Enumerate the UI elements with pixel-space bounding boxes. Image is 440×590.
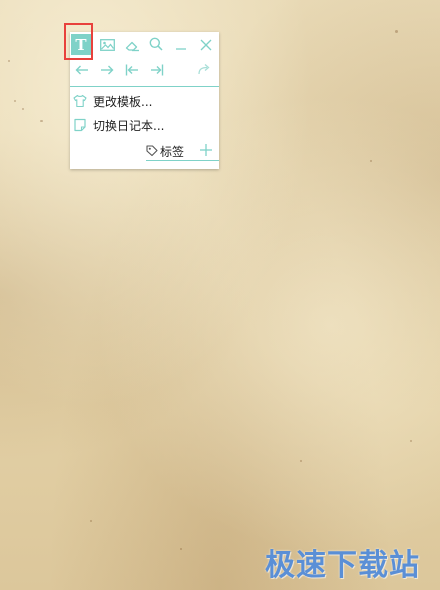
toolbar-divider <box>70 86 219 87</box>
share-button[interactable] <box>194 58 216 80</box>
shirt-icon <box>73 94 87 108</box>
paper-speck <box>90 520 92 522</box>
paper-speck <box>180 548 182 550</box>
diary-tool-panel: T 更改模板... 切换日记本... 标签 <box>70 32 219 169</box>
toolbar-nav-row <box>70 58 219 82</box>
add-tag-button[interactable] <box>198 142 214 158</box>
paper-speck <box>8 60 10 62</box>
share-icon <box>198 64 210 75</box>
close-button[interactable] <box>195 34 217 56</box>
toolbar-top-row: T <box>70 32 219 58</box>
search-icon <box>149 37 163 51</box>
jump-to-end-icon <box>151 64 164 76</box>
text-format-button[interactable]: T <box>71 34 91 55</box>
tag-icon <box>146 145 158 157</box>
search-button[interactable] <box>145 33 167 55</box>
tag-label: 标签 <box>160 145 185 159</box>
minimize-button[interactable] <box>170 34 192 56</box>
eraser-button[interactable] <box>121 34 143 56</box>
jump-to-start-button[interactable] <box>121 59 143 81</box>
arrow-left-icon <box>75 65 88 75</box>
eraser-icon <box>125 41 139 51</box>
redo-button[interactable] <box>96 59 118 81</box>
insert-image-button[interactable] <box>96 34 118 56</box>
paper-speck <box>14 100 16 102</box>
switch-notebook-menu-item[interactable]: 切换日记本... <box>70 114 219 136</box>
paper-speck <box>410 440 412 442</box>
paper-speck <box>370 160 372 162</box>
paper-speck <box>395 30 398 33</box>
jump-to-end-button[interactable] <box>146 59 168 81</box>
close-icon <box>200 39 212 51</box>
paper-speck <box>40 120 43 122</box>
arrow-right-icon <box>101 65 114 75</box>
tag-section: 标签 <box>146 142 219 161</box>
change-template-label: 更改模板... <box>93 95 153 109</box>
watermark-text: 极速下载站 <box>265 548 420 583</box>
undo-button[interactable] <box>71 59 93 81</box>
paper-speck <box>300 460 302 462</box>
paper-speck <box>22 108 24 110</box>
change-template-menu-item[interactable]: 更改模板... <box>70 90 219 112</box>
tag-underline <box>146 160 219 161</box>
notebook-icon <box>74 118 86 132</box>
minimize-icon <box>176 48 186 50</box>
switch-notebook-label: 切换日记本... <box>93 119 165 133</box>
plus-icon <box>200 144 212 156</box>
text-format-icon: T <box>75 35 87 54</box>
jump-to-start-icon <box>125 64 138 76</box>
image-icon <box>99 39 115 51</box>
